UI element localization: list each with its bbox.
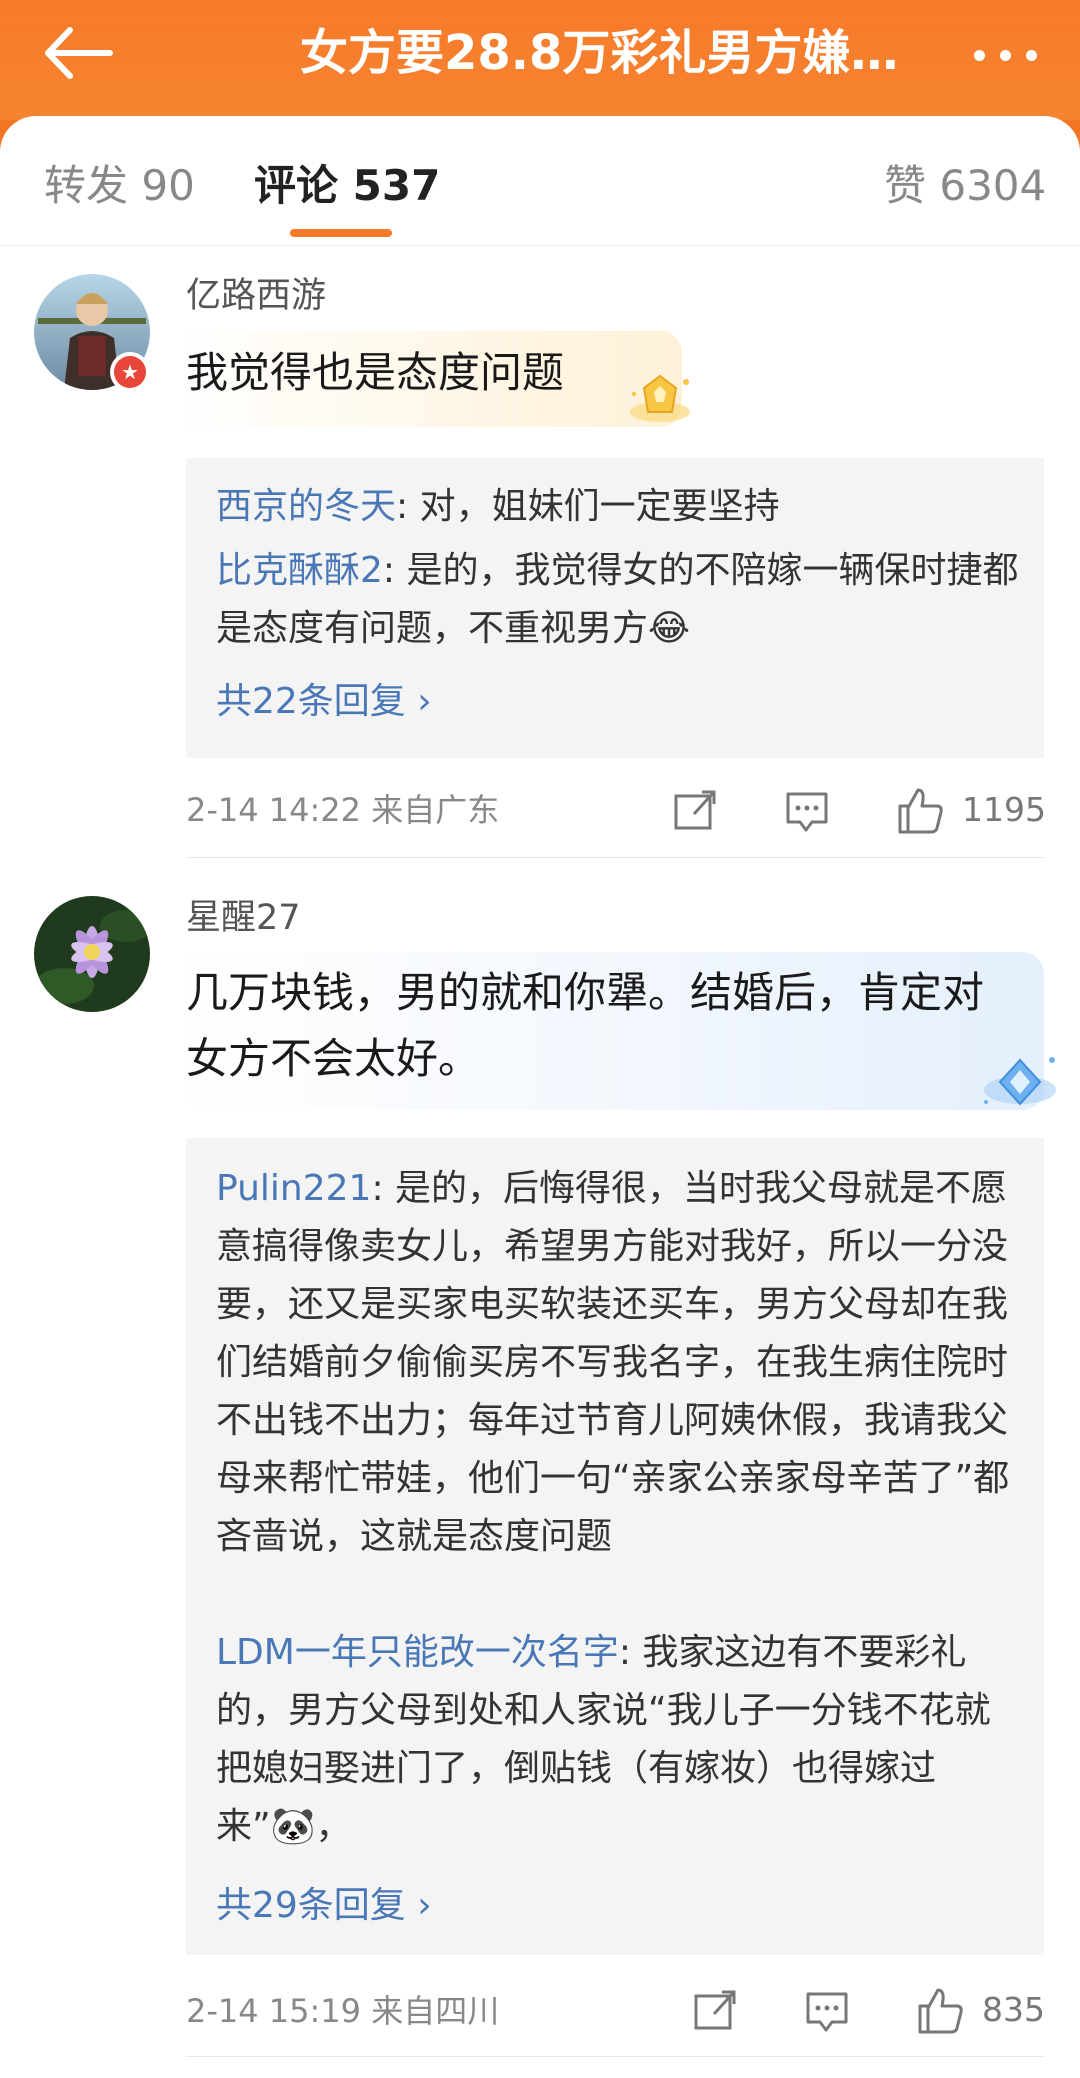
comment-icon[interactable] [782,782,832,838]
comment-text: 我觉得也是态度问题 [186,348,565,397]
verified-badge-icon: ★ [110,352,150,392]
comment-divider [186,857,1044,858]
comment-time-location: 2-14 15:19 来自四川 [186,1992,500,2030]
reply-username[interactable]: Pulin221 [216,1168,371,1209]
tab-repost[interactable]: 转发 90 [44,156,195,216]
blue-diamond-badge-icon [976,1050,1062,1116]
reply-username[interactable]: 比克酥酥2 [216,550,383,591]
reply-preview-box[interactable]: Pulin221: 是的，后悔得很，当时我父母就是不愿意搞得像卖女儿，希望男方能… [186,1138,1044,1955]
comment-username[interactable]: 星醒27 [186,893,301,943]
tab-bar: 转发 90 评论 537 赞 6304 [0,116,1080,246]
reply-username[interactable]: 西京的冬天 [216,486,396,527]
like-count: 1195 [962,790,1046,829]
like-icon[interactable] [894,782,946,838]
page-title: 女方要28.8万彩礼男方嫌… [300,25,899,81]
comment-username[interactable]: 亿路西游 [186,271,326,321]
like-icon[interactable] [914,1982,966,2038]
like-count: 835 [982,1990,1045,2029]
comment-time-location: 2-14 14:22 来自广东 [186,791,500,829]
repost-icon[interactable] [670,782,720,838]
repost-icon[interactable] [690,1982,740,2038]
reply-item: LDM一年只能改一次名字: 我家这边有不要彩礼的，男方父母到处和人家说“我儿子一… [216,1624,1021,1856]
reply-username[interactable]: LDM一年只能改一次名字 [216,1632,619,1673]
top-bar: 女方要28.8万彩礼男方嫌… [0,0,1080,120]
reply-text: : 对，姐妹们一定要坚持 [396,486,780,527]
comments-card: 转发 90 评论 537 赞 6304 ★ 亿路西游 我觉得也是态度问题 西京的… [0,116,1080,2078]
reply-text: : 是的，后悔得很，当时我父母就是不愿意搞得像卖女儿，希望男方能对我好，所以一分… [216,1168,1010,1557]
avatar[interactable] [34,896,150,1012]
gold-crown-badge-icon [624,368,696,428]
back-arrow-icon[interactable] [38,18,118,88]
reply-item: 西京的冬天: 对，姐妹们一定要坚持 [216,478,1021,536]
comment-icon[interactable] [802,1982,852,2038]
comment-text: 几万块钱，男的就和你犟。结婚后，肯定对女方不会太好。 [186,968,985,1083]
more-replies-link[interactable]: 共22条回复 › [216,676,432,728]
more-replies-link[interactable]: 共29条回复 › [216,1880,432,1932]
comment-divider [186,2056,1044,2057]
active-tab-indicator [290,229,392,237]
more-dots-icon[interactable] [966,30,1046,80]
tab-comments[interactable]: 评论 537 [254,156,440,216]
reply-preview-box[interactable]: 西京的冬天: 对，姐妹们一定要坚持 比克酥酥2: 是的，我觉得女的不陪嫁一辆保时… [186,458,1044,758]
tab-likes[interactable]: 赞 6304 [884,156,1046,216]
reply-item: Pulin221: 是的，后悔得很，当时我父母就是不愿意搞得像卖女儿，希望男方能… [216,1160,1021,1566]
reply-item: 比克酥酥2: 是的，我觉得女的不陪嫁一辆保时捷都是态度有问题，不重视男方😂 [216,542,1021,658]
